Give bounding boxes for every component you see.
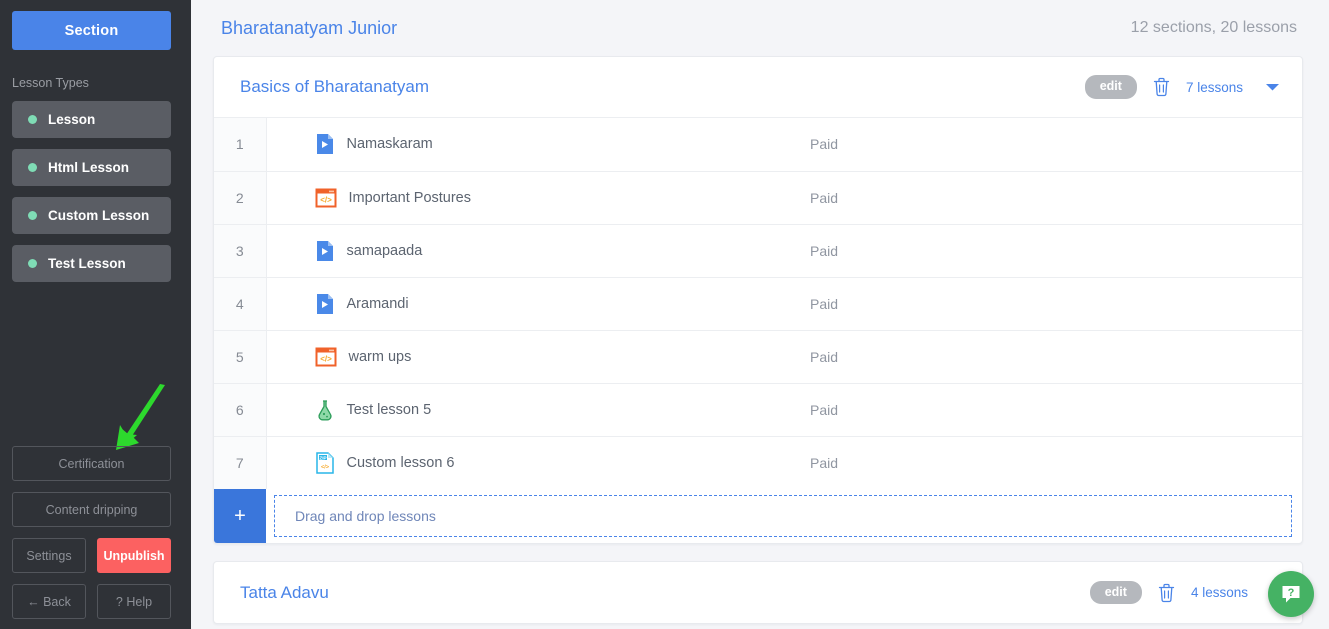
lesson-index: 2 — [214, 170, 267, 224]
help-button[interactable]: ? Help — [97, 584, 171, 619]
status-dot-icon — [28, 211, 37, 220]
table-row[interactable]: 2 </> Important Postures Paid — [214, 170, 1302, 224]
lesson-type-label: Custom Lesson — [48, 208, 150, 223]
main-content: Bharatanatyam Junior 12 sections, 20 les… — [191, 0, 1329, 629]
section-title[interactable]: Basics of Bharatanatyam — [240, 77, 1085, 97]
page-title[interactable]: Bharatanatyam Junior — [221, 18, 397, 39]
lesson-title: Aramandi — [346, 295, 409, 312]
lesson-index: 6 — [214, 382, 267, 436]
status-dot-icon — [28, 115, 37, 124]
status-dot-icon — [28, 163, 37, 172]
content-dripping-button[interactable]: Content dripping — [12, 492, 171, 527]
settings-button[interactable]: Settings — [12, 538, 86, 573]
lesson-index: 5 — [214, 329, 267, 383]
svg-text:ZIP: ZIP — [319, 455, 326, 460]
video-lesson-icon — [316, 240, 333, 261]
video-lesson-icon — [316, 293, 333, 314]
help-chat-button[interactable]: ? — [1268, 571, 1314, 617]
page-header: Bharatanatyam Junior 12 sections, 20 les… — [213, 0, 1303, 56]
section-footer: + Drag and drop lessons — [214, 489, 1302, 543]
svg-text:</>: </> — [320, 464, 329, 470]
lesson-dropzone[interactable]: Drag and drop lessons — [274, 495, 1292, 537]
add-section-button[interactable]: Section — [12, 11, 171, 50]
html-lesson-icon: </> — [315, 188, 336, 207]
edit-section-button[interactable]: edit — [1084, 75, 1137, 99]
lesson-access: Paid — [782, 170, 1302, 224]
section-tools: edit 7 lessons — [1084, 75, 1280, 99]
course-summary: 12 sections, 20 lessons — [1130, 19, 1297, 36]
sidebar-bottom-actions: Certification Content dripping Settings … — [12, 446, 171, 619]
lesson-type-lesson[interactable]: Lesson — [12, 101, 171, 138]
lesson-title: warm ups — [348, 348, 412, 365]
lesson-access: Paid — [782, 329, 1302, 383]
lesson-title: samapaada — [346, 242, 423, 259]
video-lesson-icon — [316, 134, 333, 155]
lesson-type-custom-lesson[interactable]: Custom Lesson — [12, 197, 171, 234]
status-dot-icon — [28, 259, 37, 268]
section-lessons-count[interactable]: 7 lessons — [1186, 80, 1243, 95]
settings-unpublish-row: Settings Unpublish — [12, 538, 171, 573]
section-header: Tatta Adavu edit 4 lessons — [214, 562, 1302, 623]
sidebar: Section Lesson Types Lesson Html Lesson … — [0, 0, 191, 629]
section-lessons-count[interactable]: 4 lessons — [1191, 585, 1248, 600]
trash-icon — [1158, 583, 1175, 602]
delete-section-button[interactable] — [1158, 583, 1175, 603]
back-help-row: ← Back ? Help — [12, 584, 171, 619]
unpublish-button[interactable]: Unpublish — [97, 538, 171, 573]
html-lesson-icon: </> — [315, 347, 336, 366]
section-card-tatta-adavu: Tatta Adavu edit 4 lessons — [213, 561, 1303, 624]
lesson-access: Paid — [810, 136, 839, 153]
svg-text:</>: </> — [320, 354, 332, 363]
lesson-title: Namaskaram — [346, 136, 433, 153]
trash-icon — [1153, 77, 1170, 97]
section-tools: edit 4 lessons — [1089, 580, 1280, 605]
lesson-access: Paid — [782, 435, 1302, 489]
delete-section-button[interactable] — [1153, 77, 1170, 97]
edit-section-button[interactable]: edit — [1089, 580, 1142, 605]
lesson-title: Test lesson 5 — [346, 401, 432, 418]
add-lesson-button[interactable]: + — [214, 489, 266, 543]
lesson-access: Paid — [782, 382, 1302, 436]
table-row[interactable]: 5 </> warm ups Paid — [214, 329, 1302, 383]
certification-button[interactable]: Certification — [12, 446, 171, 481]
table-row[interactable]: 4 Aramandi Paid — [214, 276, 1302, 330]
lesson-index: 4 — [214, 276, 267, 330]
test-lesson-icon — [317, 399, 332, 420]
lesson-index: 7 — [214, 435, 267, 489]
section-card-basics: Basics of Bharatanatyam edit 7 lessons 1… — [213, 56, 1303, 544]
lesson-type-html-lesson[interactable]: Html Lesson — [12, 149, 171, 186]
section-title[interactable]: Tatta Adavu — [240, 583, 1090, 603]
lesson-index: 1 — [214, 118, 267, 171]
lesson-type-label: Html Lesson — [48, 160, 130, 175]
custom-lesson-icon: ZIP </> — [315, 452, 334, 474]
lesson-type-test-lesson[interactable]: Test Lesson — [12, 245, 171, 282]
section-header: Basics of Bharatanatyam edit 7 lessons — [214, 57, 1302, 118]
chevron-down-icon[interactable] — [1259, 82, 1280, 92]
table-row[interactable]: 3 samapaada Paid — [214, 223, 1302, 277]
course-builder-screen: Section Lesson Types Lesson Html Lesson … — [0, 0, 1329, 629]
lesson-access: Paid — [782, 276, 1302, 330]
table-row[interactable]: 7 ZIP </> Custom lesson 6 Paid — [214, 435, 1302, 489]
lesson-type-label: Lesson — [48, 112, 96, 127]
lesson-type-label: Test Lesson — [48, 256, 126, 271]
lesson-title: Custom lesson 6 — [346, 454, 455, 471]
table-row[interactable]: 6 Test lesson 5 Paid — [214, 382, 1302, 436]
back-button[interactable]: ← Back — [12, 584, 86, 619]
svg-text:</>: </> — [320, 195, 332, 204]
lesson-types-label: Lesson Types — [12, 76, 89, 90]
lesson-title: Important Postures — [348, 189, 472, 206]
svg-text:?: ? — [1288, 587, 1295, 599]
table-row[interactable]: 1 Namaskaram Paid — [214, 118, 1302, 171]
lessons-table: 1 Namaskaram Paid 2 </> Important Postur… — [214, 118, 1302, 489]
chat-question-icon: ? — [1282, 586, 1300, 603]
lesson-index: 3 — [214, 223, 267, 277]
lesson-access: Paid — [782, 223, 1302, 277]
annotation-arrow-icon — [116, 382, 165, 450]
